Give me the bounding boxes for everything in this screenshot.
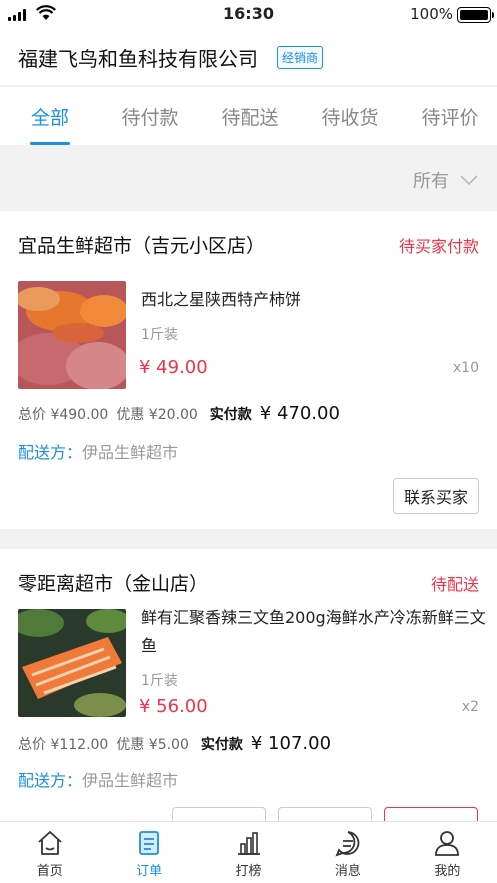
order-status: 待配送	[430, 575, 479, 594]
store-name[interactable]: 零距离超市（金山店）	[18, 569, 208, 596]
paid-value: ¥ 107.00	[250, 733, 332, 754]
delivery-value: 伊品生鲜超市	[82, 771, 179, 790]
order-status: 待买家付款	[398, 237, 479, 256]
discount: 优惠 ¥20.00	[116, 407, 198, 423]
message-icon	[335, 831, 360, 857]
contact-buyer-button[interactable]: 联系买家	[392, 478, 479, 514]
tab-pending-payment[interactable]: 待付款	[100, 87, 200, 145]
salmon-image[interactable]	[18, 609, 126, 717]
header: 福建飞鸟和鱼科技有限公司 经销商	[0, 30, 497, 86]
tab-pending-receipt[interactable]: 待收货	[300, 87, 400, 145]
tabbar-ranking[interactable]: 打榜	[199, 822, 298, 883]
bottom-tab-bar: 首页 订单 打榜 消息 我的	[0, 821, 497, 883]
tabbar-label: 打榜	[235, 864, 262, 879]
product-qty: x2	[461, 699, 479, 715]
status-bar: 16:30 100%	[0, 0, 497, 30]
filter-label: 所有	[413, 171, 449, 192]
company-name: 福建飞鸟和鱼科技有限公司	[18, 47, 258, 71]
paid-label: 实付款	[209, 407, 252, 423]
product-spec: 1斤装	[141, 327, 178, 343]
tabbar-profile[interactable]: 我的	[398, 822, 497, 883]
chevron-down-icon	[460, 175, 478, 186]
product-price: ¥ 49.00	[139, 357, 208, 378]
delivery-value: 伊品生鲜超市	[82, 443, 179, 462]
order-card: 零距离超市（金山店） 待配送 鲜有汇聚香辣三文鱼200g海鲜水产冷冻新鲜三文鱼 …	[0, 549, 497, 843]
profile-icon	[435, 831, 460, 856]
order-totals: 总价 ¥490.00 优惠 ¥20.00 实付款 ¥ 470.00	[18, 403, 340, 424]
total-price: 总价 ¥490.00	[18, 407, 109, 423]
product-name[interactable]: 鲜有汇聚香辣三文鱼200g海鲜水产冷冻新鲜三文鱼	[141, 604, 486, 660]
product-name[interactable]: 西北之星陕西特产柿饼	[141, 286, 486, 314]
tabbar-label: 消息	[334, 864, 361, 879]
tabbar-messages[interactable]: 消息	[298, 822, 397, 883]
dealer-badge: 经销商	[277, 46, 324, 69]
tabbar-label: 订单	[136, 864, 163, 879]
tabbar-orders[interactable]: 订单	[99, 822, 198, 883]
store-name[interactable]: 宜品生鲜超市（吉元小区店）	[18, 231, 265, 258]
filter-bar: 所有	[0, 145, 497, 211]
discount: 优惠 ¥5.00	[116, 737, 189, 753]
filter-dropdown[interactable]: 所有	[413, 167, 479, 193]
battery-percentage: 100%	[410, 5, 453, 23]
tab-pending-delivery[interactable]: 待配送	[200, 87, 300, 145]
delivery-label: 配送方：	[18, 771, 83, 790]
persimmon-image[interactable]	[18, 281, 126, 389]
order-icon	[139, 831, 160, 855]
delivery-info: 配送方：伊品生鲜超市	[18, 439, 178, 463]
product-price: ¥ 56.00	[139, 696, 208, 717]
order-tabs: 全部 待付款 待配送 待收货 待评价	[0, 87, 497, 145]
delivery-label: 配送方：	[18, 443, 83, 462]
tab-pending-review[interactable]: 待评价	[400, 87, 497, 145]
order-totals: 总价 ¥112.00 优惠 ¥5.00 实付款 ¥ 107.00	[18, 733, 331, 754]
battery-icon	[457, 7, 494, 23]
tab-all[interactable]: 全部	[0, 87, 100, 145]
paid-label: 实付款	[200, 737, 243, 753]
paid-value: ¥ 470.00	[259, 403, 340, 424]
tabbar-home[interactable]: 首页	[0, 822, 99, 883]
order-card: 宜品生鲜超市（吉元小区店） 待买家付款 西北之星陕西特产柿饼 1斤装 ¥ 49.…	[0, 211, 497, 529]
tabbar-label: 首页	[36, 864, 63, 879]
total-price: 总价 ¥112.00	[18, 737, 109, 753]
home-icon	[38, 831, 62, 855]
tabbar-label: 我的	[434, 864, 461, 879]
delivery-info: 配送方：伊品生鲜超市	[18, 767, 178, 791]
chart-icon	[237, 832, 260, 855]
product-spec: 1斤装	[141, 673, 178, 689]
product-qty: x10	[452, 360, 479, 376]
